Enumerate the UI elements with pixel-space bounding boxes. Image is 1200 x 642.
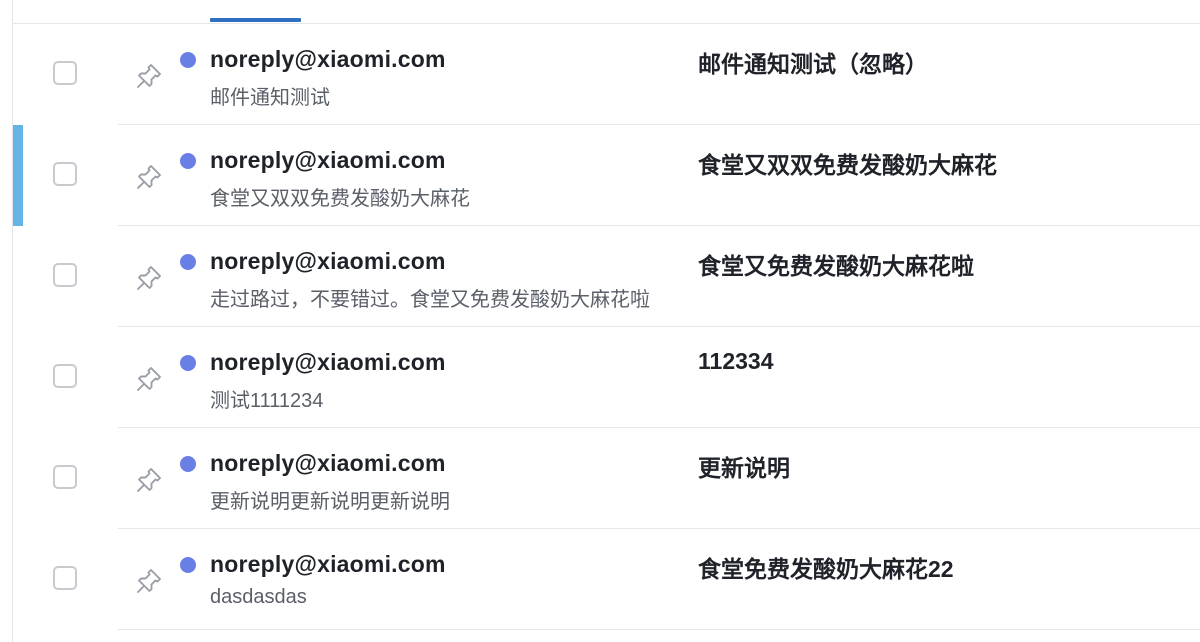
unread-dot <box>180 153 196 169</box>
unread-dot <box>180 355 196 371</box>
sender-email: noreply@xiaomi.com <box>210 349 446 375</box>
sender-email: noreply@xiaomi.com <box>210 147 446 173</box>
mail-row[interactable]: noreply@xiaomi.com dasdasdas 食堂免费发酸奶大麻花2… <box>13 529 1200 630</box>
selected-row-accent <box>13 125 23 226</box>
mail-subject: 更新说明 <box>698 455 790 481</box>
mail-subject: 112334 <box>698 348 774 374</box>
mail-row[interactable]: noreply@xiaomi.com 走过路过，不要错过。食堂又免费发酸奶大麻花… <box>13 226 1200 327</box>
mail-preview: 测试1111234 <box>210 390 324 412</box>
mail-list: noreply@xiaomi.com 邮件通知测试 邮件通知测试（忽略） nor… <box>13 24 1200 642</box>
row-checkbox[interactable] <box>53 162 77 186</box>
unread-dot <box>180 557 196 573</box>
mail-subject: 食堂又双双免费发酸奶大麻花 <box>698 152 997 178</box>
pin-icon[interactable] <box>134 162 164 192</box>
row-checkbox[interactable] <box>53 465 77 489</box>
mail-row[interactable]: noreply@xiaomi.com 更新说明更新说明更新说明 更新说明 <box>13 428 1200 529</box>
sender-email: noreply@xiaomi.com <box>210 46 446 72</box>
pin-icon[interactable] <box>134 364 164 394</box>
mail-row[interactable]: noreply@xiaomi.com 邮件通知测试 邮件通知测试（忽略） <box>13 24 1200 125</box>
mail-subject: 食堂免费发酸奶大麻花22 <box>698 556 954 582</box>
row-checkbox[interactable] <box>53 263 77 287</box>
mail-row[interactable]: noreply@xiaomi.com 测试1111234 112334 <box>13 327 1200 428</box>
row-checkbox[interactable] <box>53 364 77 388</box>
row-checkbox[interactable] <box>53 61 77 85</box>
mail-preview: dasdasdas <box>210 586 307 608</box>
mail-preview: 走过路过，不要错过。食堂又免费发酸奶大麻花啦 <box>210 289 650 311</box>
mail-row[interactable]: noreply@xiaomi.com 食堂又双双免费发酸奶大麻花 食堂又双双免费… <box>13 125 1200 226</box>
sender-email: noreply@xiaomi.com <box>210 248 446 274</box>
unread-dot <box>180 52 196 68</box>
mail-preview: 食堂又双双免费发酸奶大麻花 <box>210 188 470 210</box>
pin-icon[interactable] <box>134 61 164 91</box>
mail-preview: 更新说明更新说明更新说明 <box>210 491 450 513</box>
mail-preview: 邮件通知测试 <box>210 87 330 109</box>
active-tab-indicator <box>210 18 301 22</box>
pin-icon[interactable] <box>134 566 164 596</box>
sender-email: noreply@xiaomi.com <box>210 450 446 476</box>
sender-email: noreply@xiaomi.com <box>210 551 446 577</box>
pin-icon[interactable] <box>134 465 164 495</box>
mail-subject: 邮件通知测试（忽略） <box>698 51 928 77</box>
unread-dot <box>180 456 196 472</box>
mail-subject: 食堂又免费发酸奶大麻花啦 <box>698 253 974 279</box>
mail-list-page: noreply@xiaomi.com 邮件通知测试 邮件通知测试（忽略） nor… <box>0 0 1200 642</box>
pin-icon[interactable] <box>134 263 164 293</box>
row-checkbox[interactable] <box>53 566 77 590</box>
row-divider <box>118 629 1200 630</box>
unread-dot <box>180 254 196 270</box>
